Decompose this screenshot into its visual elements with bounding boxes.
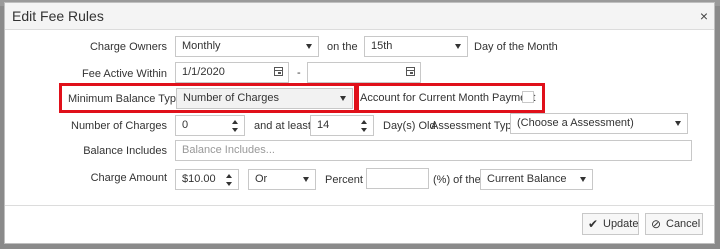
dialog-title: Edit Fee Rules	[12, 8, 104, 24]
chevron-down-icon	[303, 177, 309, 182]
close-icon[interactable]: ×	[700, 8, 708, 24]
balance-includes-label: Balance Includes	[83, 145, 167, 157]
edit-fee-rules-dialog: Edit Fee Rules × Charge Owners Monthly o…	[4, 2, 715, 244]
cancel-button-label: Cancel	[666, 218, 701, 230]
num-charges-label: Number of Charges	[71, 120, 167, 132]
chevron-down-icon	[306, 44, 312, 49]
and-at-least-label: and at least	[254, 120, 311, 132]
dialog-footer-divider	[5, 205, 714, 206]
num-charges-value: 0	[182, 119, 189, 131]
chevron-down-icon	[340, 96, 346, 101]
update-button[interactable]: ✔ Update	[582, 213, 639, 235]
chevron-down-icon	[675, 121, 681, 126]
assessment-type-select[interactable]: (Choose a Assessment)	[510, 113, 688, 134]
days-old-label: Day(s) Old	[383, 120, 436, 132]
ban-icon: ⊘	[651, 217, 662, 231]
day-of-month-label: Day of the Month	[474, 41, 558, 53]
percent-label: Percent	[325, 174, 363, 186]
fee-active-to-input[interactable]	[307, 62, 421, 83]
stepper-icon[interactable]	[232, 120, 239, 132]
chevron-down-icon	[455, 44, 461, 49]
account-current-checkbox[interactable]	[522, 91, 534, 103]
balance-includes-placeholder: Balance Includes...	[182, 144, 275, 156]
charge-amount-input[interactable]: $10.00	[175, 169, 239, 190]
charge-amount-value: $10.00	[182, 173, 216, 185]
date-range-separator: -	[297, 67, 301, 79]
num-charges-input[interactable]: 0	[175, 115, 245, 136]
or-value: Or	[255, 173, 268, 185]
calendar-icon[interactable]	[274, 67, 283, 76]
assessment-type-label: Assessment Type	[431, 120, 518, 132]
fee-active-label: Fee Active Within	[82, 68, 167, 80]
min-balance-value: Number of Charges	[183, 92, 279, 104]
charge-owners-value: Monthly	[182, 40, 221, 52]
fee-active-from-input[interactable]: 1/1/2020	[175, 62, 289, 83]
fee-active-from-value: 1/1/2020	[182, 66, 225, 78]
balance-basis-select[interactable]: Current Balance	[480, 169, 593, 190]
min-balance-select[interactable]: Number of Charges	[176, 88, 353, 109]
charge-owners-select[interactable]: Monthly	[175, 36, 319, 57]
on-the-label: on the	[327, 41, 358, 53]
calendar-icon[interactable]	[406, 67, 415, 76]
percent-of-label: (%) of the	[433, 174, 481, 186]
check-icon: ✔	[588, 217, 599, 231]
day-of-month-select[interactable]: 15th	[364, 36, 468, 57]
days-old-value: 14	[317, 119, 330, 131]
or-select[interactable]: Or	[248, 169, 316, 190]
update-button-label: Update	[603, 218, 639, 230]
charge-owners-label: Charge Owners	[89, 41, 167, 53]
percent-input[interactable]	[366, 168, 429, 189]
stepper-icon[interactable]	[226, 174, 233, 186]
days-old-input[interactable]: 14	[310, 115, 374, 136]
balance-basis-value: Current Balance	[487, 173, 567, 185]
min-balance-label: Minimum Balance Type	[68, 93, 183, 105]
day-value: 15th	[371, 40, 393, 52]
cancel-button[interactable]: ⊘ Cancel	[645, 213, 703, 235]
chevron-down-icon	[580, 177, 586, 182]
charge-amount-label: Charge Amount	[90, 172, 167, 184]
balance-includes-input[interactable]: Balance Includes...	[175, 140, 692, 161]
assessment-type-value: (Choose a Assessment)	[517, 117, 634, 129]
dialog-titlebar: Edit Fee Rules ×	[5, 3, 714, 30]
account-current-label: Account for Current Month Payment	[360, 92, 536, 104]
stepper-icon[interactable]	[361, 120, 368, 132]
